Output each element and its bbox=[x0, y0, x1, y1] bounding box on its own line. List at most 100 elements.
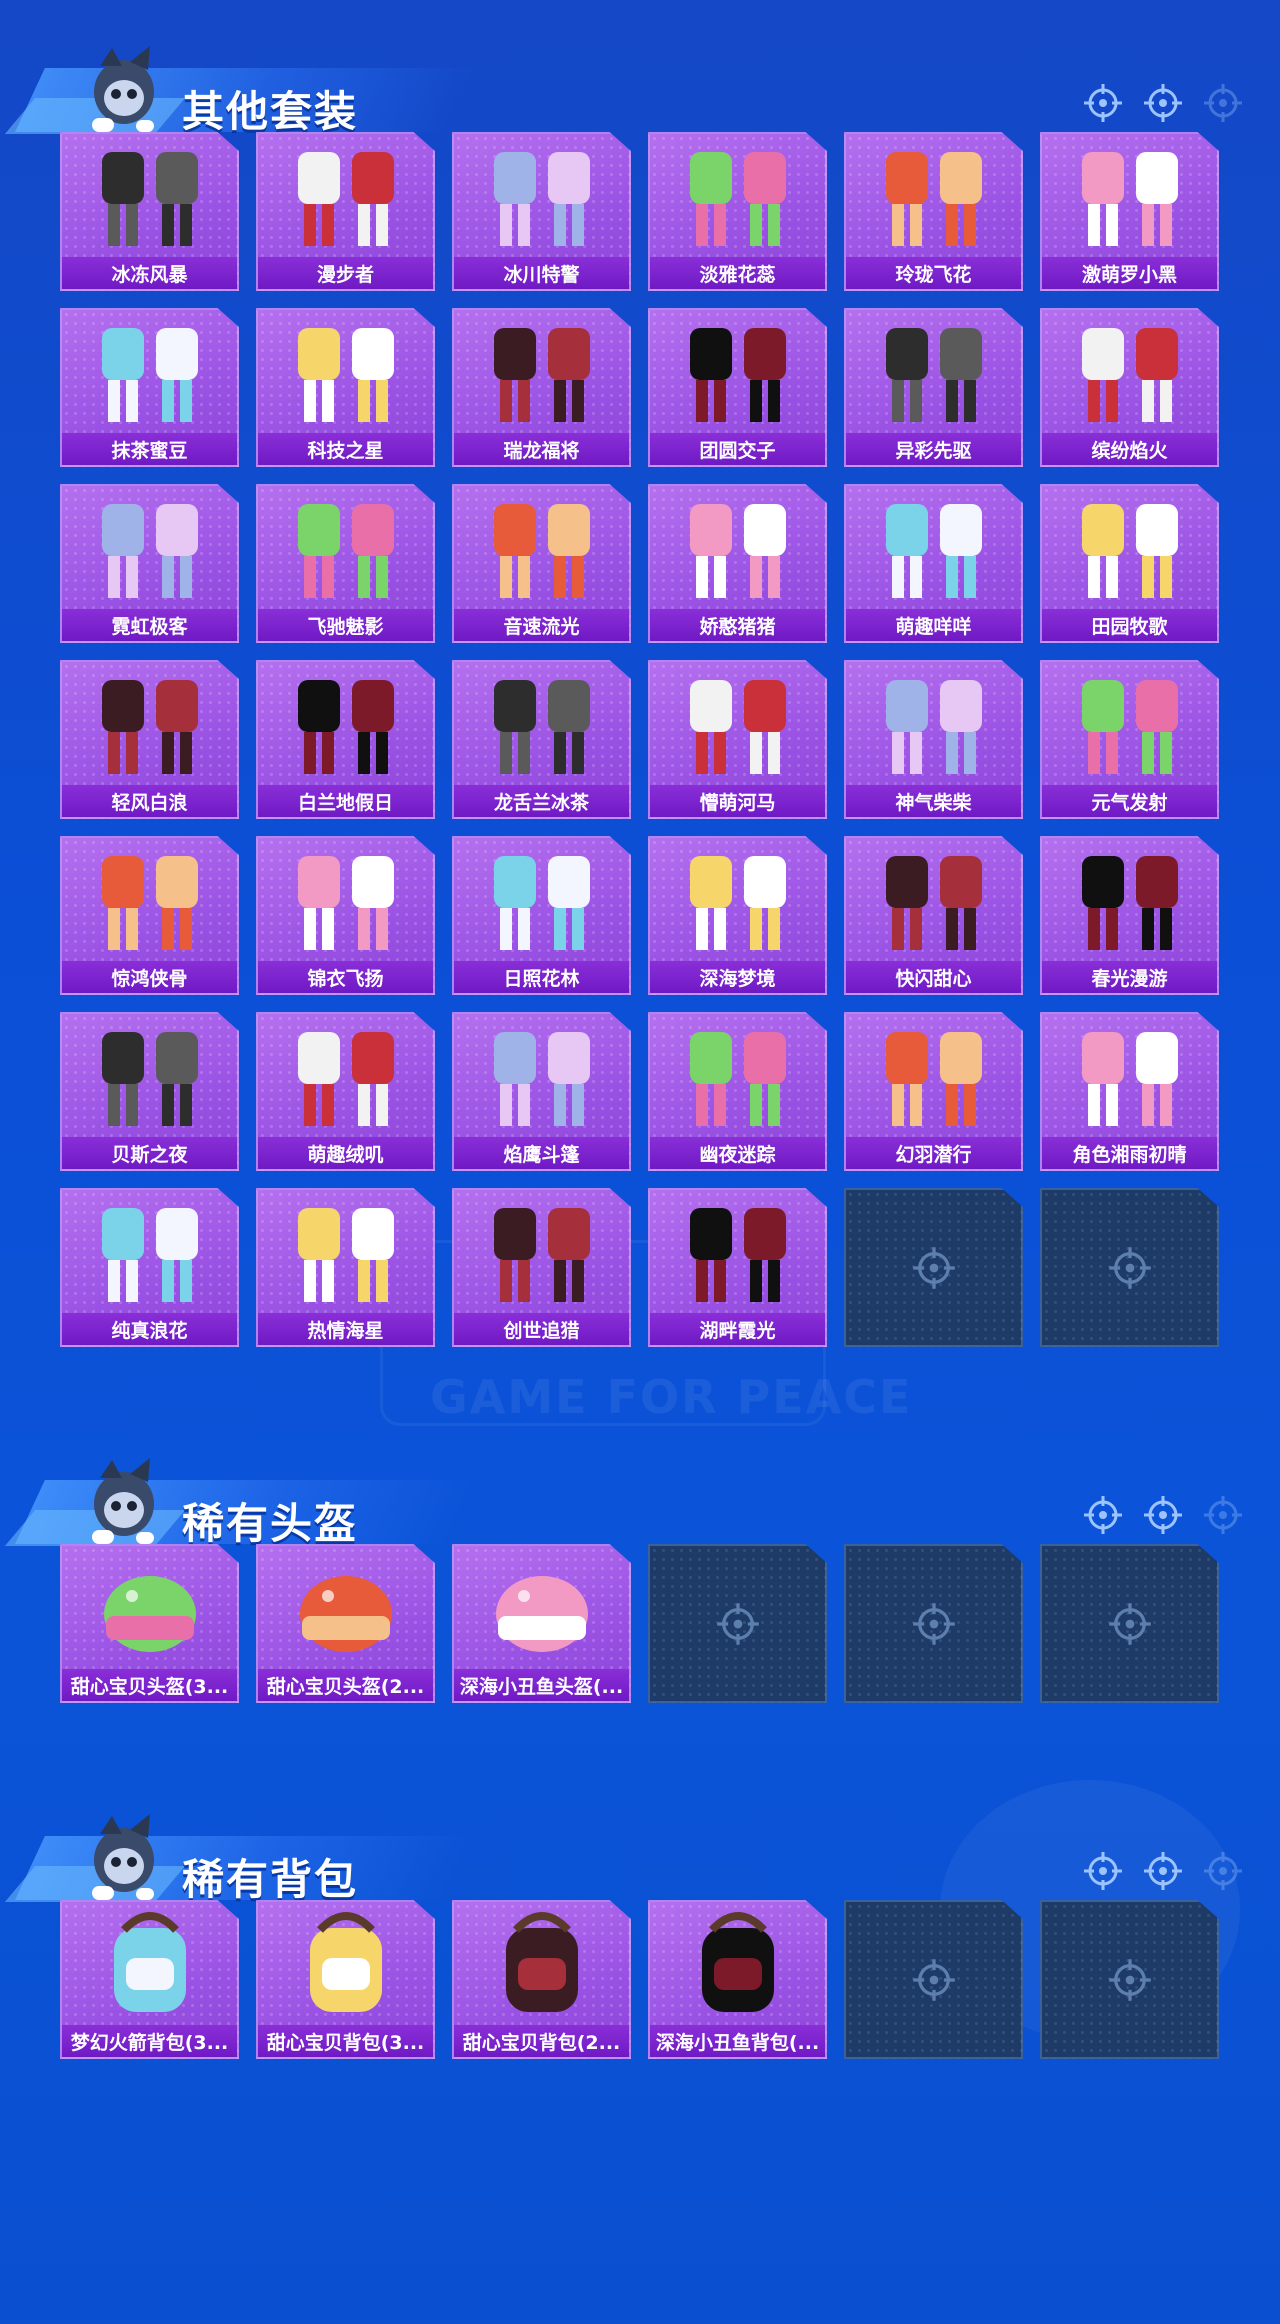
crosshair-icon bbox=[716, 1602, 759, 1645]
item-label: 激萌罗小黑 bbox=[1042, 257, 1217, 289]
backpack-item-card[interactable]: 梦幻火箭背包(3... bbox=[60, 1900, 239, 2059]
outfit-icon bbox=[690, 680, 786, 774]
outfit-item-card[interactable]: 轻风白浪 bbox=[60, 660, 239, 819]
item-label: 淡雅花蕊 bbox=[650, 257, 825, 289]
outfit-item-card[interactable]: 神气柴柴 bbox=[844, 660, 1023, 819]
outfit-item-card[interactable]: 幽夜迷踪 bbox=[648, 1012, 827, 1171]
outfit-item-card[interactable]: 瑞龙福将 bbox=[452, 308, 631, 467]
outfit-item-card[interactable]: 锦衣飞扬 bbox=[256, 836, 435, 995]
outfit-item-card[interactable]: 深海梦境 bbox=[648, 836, 827, 995]
crosshair-icon bbox=[1108, 1958, 1151, 2001]
outfit-item-card[interactable]: 惊鸿侠骨 bbox=[60, 836, 239, 995]
outfit-item-card[interactable]: 幻羽潜行 bbox=[844, 1012, 1023, 1171]
item-label: 萌趣咩咩 bbox=[846, 609, 1021, 641]
outfit-item-card[interactable]: 春光漫游 bbox=[1040, 836, 1219, 995]
item-label: 日照花林 bbox=[454, 961, 629, 993]
item-label: 抹茶蜜豆 bbox=[62, 433, 237, 465]
crosshair-icon bbox=[912, 1246, 955, 1289]
crosshair-icon bbox=[1108, 1602, 1151, 1645]
outfit-item-card[interactable]: 激萌罗小黑 bbox=[1040, 132, 1219, 291]
crosshair-icon bbox=[1084, 1496, 1122, 1534]
outfit-item-card[interactable]: 音速流光 bbox=[452, 484, 631, 643]
crosshair-icon bbox=[1204, 1496, 1242, 1534]
outfit-item-card[interactable]: 热情海星 bbox=[256, 1188, 435, 1347]
outfit-item-card[interactable]: 元气发射 bbox=[1040, 660, 1219, 819]
outfit-item-card[interactable]: 创世追猎 bbox=[452, 1188, 631, 1347]
helmet-item-card[interactable]: 甜心宝贝头盔(2... bbox=[256, 1544, 435, 1703]
item-label: 焰鹰斗篷 bbox=[454, 1137, 629, 1169]
outfit-item-card[interactable]: 焰鹰斗篷 bbox=[452, 1012, 631, 1171]
section-title: 稀有背包 bbox=[182, 1855, 359, 1904]
outfit-icon bbox=[298, 1208, 394, 1302]
outfit-icon bbox=[298, 328, 394, 422]
item-label: 幻羽潜行 bbox=[846, 1137, 1021, 1169]
outfit-item-card[interactable]: 科技之星 bbox=[256, 308, 435, 467]
outfit-item-card[interactable]: 萌趣绒叽 bbox=[256, 1012, 435, 1171]
outfit-icon bbox=[102, 328, 198, 422]
item-grid: 梦幻火箭背包(3... 甜心宝贝背包(3... 甜心宝贝背包(2... 深海小丑鱼背包… bbox=[60, 1900, 1219, 2059]
outfit-icon bbox=[886, 856, 982, 950]
outfit-item-card[interactable]: 抹茶蜜豆 bbox=[60, 308, 239, 467]
crosshair-icon bbox=[1084, 1852, 1122, 1890]
section-title: 其他套装 bbox=[182, 87, 359, 136]
outfit-item-card[interactable]: 湖畔霞光 bbox=[648, 1188, 827, 1347]
outfit-item-card[interactable]: 冰冻风暴 bbox=[60, 132, 239, 291]
item-label: 瑞龙福将 bbox=[454, 433, 629, 465]
outfit-item-card[interactable]: 角色湘雨初晴 bbox=[1040, 1012, 1219, 1171]
mascot-icon bbox=[92, 1458, 154, 1544]
backpack-item-card[interactable]: 甜心宝贝背包(2... bbox=[452, 1900, 631, 2059]
outfit-icon bbox=[494, 856, 590, 950]
outfit-item-card[interactable]: 龙舌兰冰茶 bbox=[452, 660, 631, 819]
item-label: 深海梦境 bbox=[650, 961, 825, 993]
item-grid: 甜心宝贝头盔(3... 甜心宝贝头盔(2... 深海小丑鱼头盔(... bbox=[60, 1544, 1219, 1703]
crosshair-icon bbox=[1144, 1496, 1182, 1534]
item-label: 梦幻火箭背包(3... bbox=[62, 2025, 237, 2057]
item-label: 锦衣飞扬 bbox=[258, 961, 433, 993]
outfit-icon bbox=[102, 680, 198, 774]
mascot-icon bbox=[92, 46, 154, 132]
item-label: 异彩先驱 bbox=[846, 433, 1021, 465]
backpack-item-card[interactable]: 深海小丑鱼背包(... bbox=[648, 1900, 827, 2059]
outfit-icon bbox=[1082, 152, 1178, 246]
outfit-item-card[interactable]: 团圆交子 bbox=[648, 308, 827, 467]
backpack-item-card[interactable]: 甜心宝贝背包(3... bbox=[256, 1900, 435, 2059]
outfit-item-card[interactable]: 萌趣咩咩 bbox=[844, 484, 1023, 643]
outfit-icon bbox=[494, 680, 590, 774]
outfit-item-card[interactable]: 霓虹极客 bbox=[60, 484, 239, 643]
outfit-item-card[interactable]: 缤纷焰火 bbox=[1040, 308, 1219, 467]
helmet-item-card[interactable]: 甜心宝贝头盔(3... bbox=[60, 1544, 239, 1703]
outfit-item-card[interactable]: 懵萌河马 bbox=[648, 660, 827, 819]
section-title: 稀有头盔 bbox=[182, 1499, 359, 1548]
outfit-item-card[interactable]: 冰川特警 bbox=[452, 132, 631, 291]
item-label: 玲珑飞花 bbox=[846, 257, 1021, 289]
outfit-item-card[interactable]: 快闪甜心 bbox=[844, 836, 1023, 995]
outfit-item-card[interactable]: 白兰地假日 bbox=[256, 660, 435, 819]
outfit-item-card[interactable]: 田园牧歌 bbox=[1040, 484, 1219, 643]
outfit-item-card[interactable]: 淡雅花蕊 bbox=[648, 132, 827, 291]
outfit-icon bbox=[298, 680, 394, 774]
item-label: 幽夜迷踪 bbox=[650, 1137, 825, 1169]
outfit-item-card[interactable]: 飞驰魅影 bbox=[256, 484, 435, 643]
outfit-item-card[interactable]: 玲珑飞花 bbox=[844, 132, 1023, 291]
item-label: 甜心宝贝背包(3... bbox=[258, 2025, 433, 2057]
item-label: 缤纷焰火 bbox=[1042, 433, 1217, 465]
backpack-icon bbox=[114, 1912, 186, 2012]
header-icons bbox=[1082, 1494, 1244, 1536]
outfit-icon bbox=[690, 504, 786, 598]
outfit-item-card[interactable]: 漫步者 bbox=[256, 132, 435, 291]
outfit-icon bbox=[494, 1032, 590, 1126]
item-label: 冰冻风暴 bbox=[62, 257, 237, 289]
outfit-icon bbox=[102, 152, 198, 246]
outfit-item-card[interactable]: 贝斯之夜 bbox=[60, 1012, 239, 1171]
item-label: 漫步者 bbox=[258, 257, 433, 289]
outfit-icon bbox=[886, 504, 982, 598]
outfit-item-card[interactable]: 异彩先驱 bbox=[844, 308, 1023, 467]
helmet-item-card[interactable]: 深海小丑鱼头盔(... bbox=[452, 1544, 631, 1703]
outfit-icon bbox=[494, 152, 590, 246]
outfit-item-card[interactable]: 纯真浪花 bbox=[60, 1188, 239, 1347]
crosshair-icon bbox=[1204, 84, 1242, 122]
outfit-item-card[interactable]: 娇憨猪猪 bbox=[648, 484, 827, 643]
outfit-icon bbox=[494, 504, 590, 598]
outfit-item-card[interactable]: 日照花林 bbox=[452, 836, 631, 995]
outfit-icon bbox=[1082, 1032, 1178, 1126]
